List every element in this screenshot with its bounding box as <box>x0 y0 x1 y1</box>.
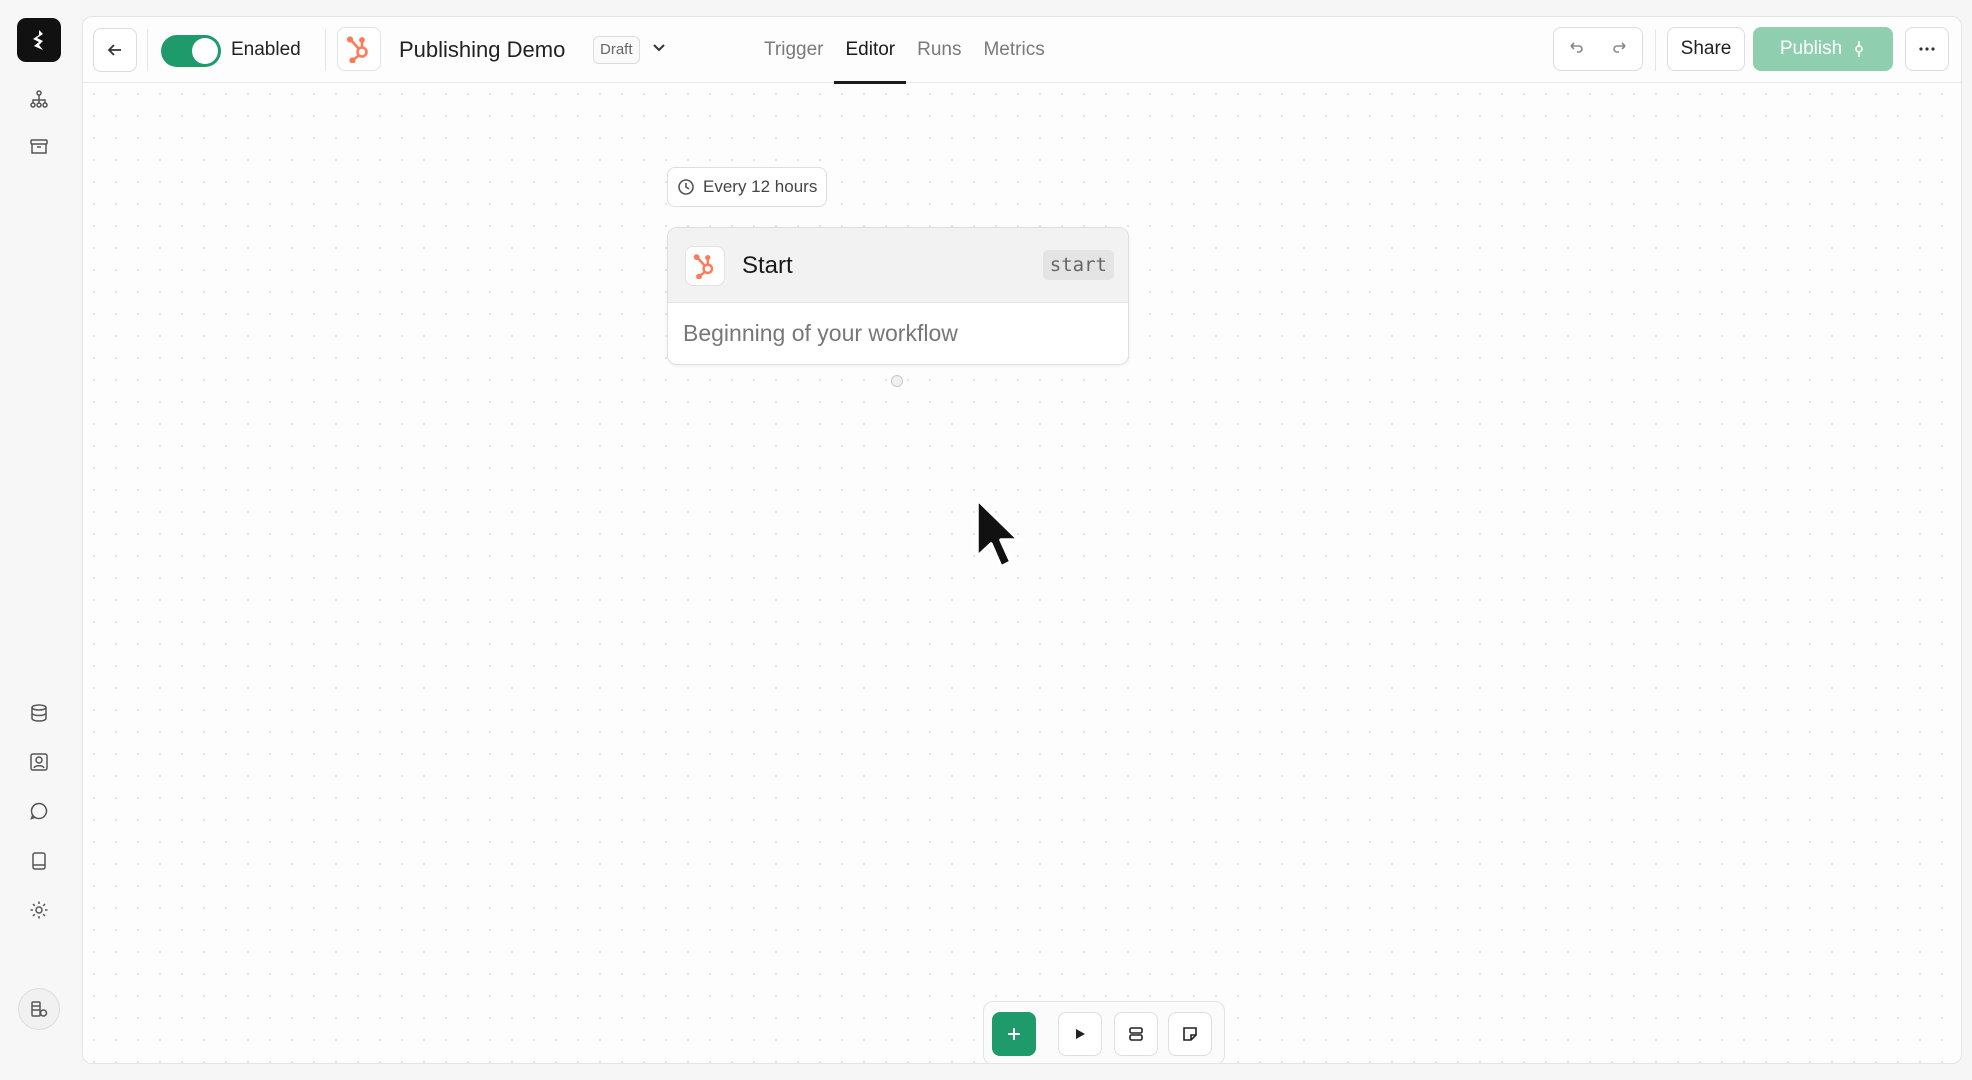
hubspot-icon <box>337 27 381 71</box>
tab-runs[interactable]: Runs <box>906 17 972 83</box>
left-rail <box>0 0 80 1080</box>
clock-icon <box>678 179 694 195</box>
node-slug: start <box>1042 250 1114 280</box>
workflow-title[interactable]: Publishing Demo <box>399 37 565 63</box>
plus-icon <box>1008 1028 1020 1040</box>
more-options-button[interactable] <box>1905 27 1949 71</box>
node-description: Beginning of your workflow <box>683 320 958 346</box>
tab-trigger[interactable]: Trigger <box>753 17 834 83</box>
divider <box>1655 29 1656 71</box>
schedule-trigger-pill[interactable]: Every 12 hours <box>667 167 828 207</box>
sticky-note-icon <box>1183 1027 1197 1041</box>
arrow-left-icon <box>107 44 121 56</box>
publish-label: Publish <box>1779 38 1843 59</box>
start-node[interactable]: Start start Beginning of your workflow <box>667 227 1129 365</box>
tab-metrics[interactable]: Metrics <box>972 17 1055 83</box>
divider <box>147 29 148 71</box>
enabled-label: Enabled <box>231 39 301 60</box>
play-icon <box>1076 1029 1085 1039</box>
node-header: Start start <box>668 228 1128 303</box>
node-title: Start <box>742 252 793 279</box>
ellipsis-icon <box>1919 47 1935 51</box>
contact-icon[interactable] <box>24 747 54 777</box>
share-button[interactable]: Share <box>1667 27 1745 71</box>
mouse-cursor-icon <box>971 495 1027 584</box>
top-bar: Enabled Publishing Demo Draft Trigger Ed… <box>83 17 1961 84</box>
layers-icon <box>1129 1027 1143 1041</box>
schedule-label: Every 12 hours <box>703 177 818 196</box>
archive-icon[interactable] <box>24 132 54 162</box>
undo-redo-group <box>1553 27 1643 71</box>
book-icon[interactable] <box>24 846 54 876</box>
enabled-toggle[interactable] <box>161 35 221 67</box>
add-node-button[interactable] <box>992 1012 1036 1056</box>
chevron-down-icon[interactable] <box>651 39 667 60</box>
workflow-tree-icon[interactable] <box>24 84 54 114</box>
undo-icon[interactable] <box>1567 38 1585 61</box>
publish-button[interactable]: Publish <box>1753 27 1893 71</box>
database-icon[interactable] <box>24 698 54 728</box>
toggle-knob <box>192 38 218 64</box>
divider <box>325 29 326 71</box>
profile-avatar[interactable] <box>18 988 60 1030</box>
commit-icon <box>1855 41 1863 57</box>
hubspot-icon <box>685 246 725 286</box>
canvas-toolbar <box>983 1001 1225 1063</box>
run-button[interactable] <box>1058 1012 1102 1056</box>
node-output-handle[interactable] <box>891 375 903 387</box>
tab-bar: Trigger Editor Runs Metrics <box>753 17 1056 84</box>
redo-icon[interactable] <box>1611 38 1629 61</box>
tab-editor[interactable]: Editor <box>834 17 906 84</box>
chat-icon[interactable] <box>24 796 54 826</box>
settings-icon[interactable] <box>24 895 54 925</box>
layers-button[interactable] <box>1114 1012 1158 1056</box>
status-badge: Draft <box>593 36 640 64</box>
sticky-note-button[interactable] <box>1168 1012 1212 1056</box>
back-button[interactable] <box>93 28 137 72</box>
app-logo[interactable] <box>17 18 61 62</box>
main-panel: Enabled Publishing Demo Draft Trigger Ed… <box>82 16 1962 1064</box>
